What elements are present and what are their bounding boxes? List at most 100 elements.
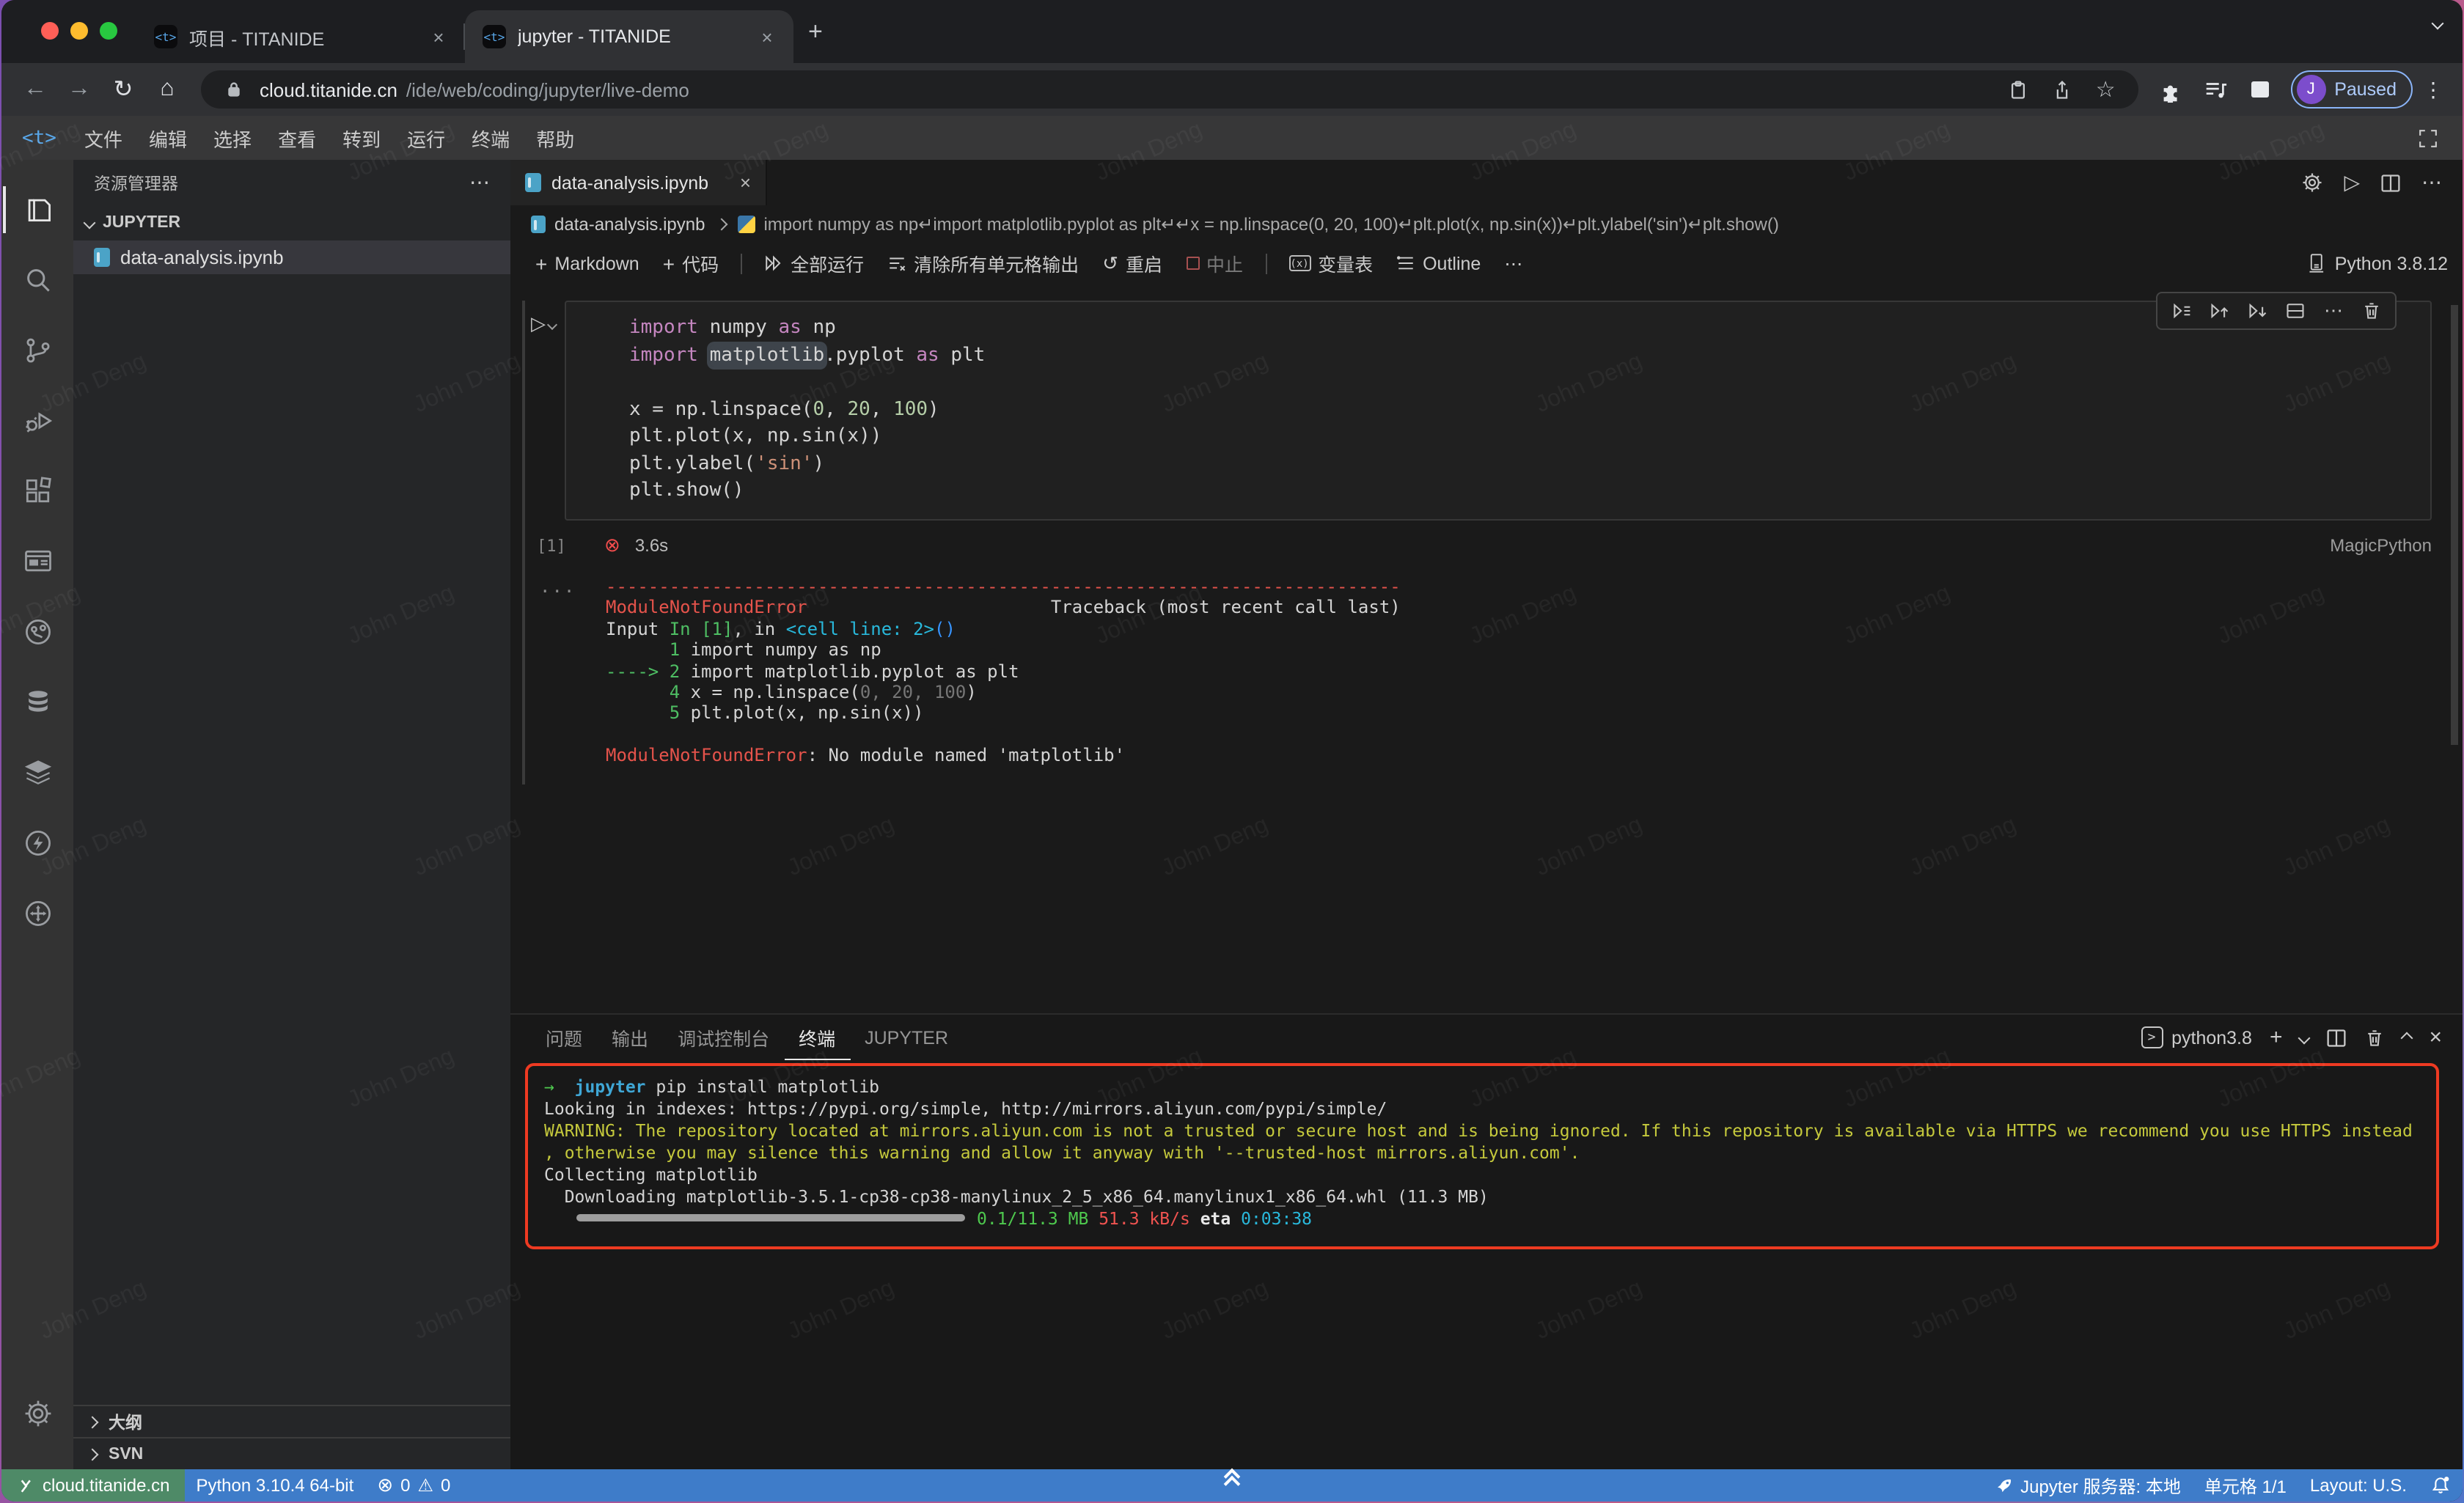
editor-tab-notebook[interactable]: data-analysis.ipynb × <box>510 160 767 205</box>
search-icon[interactable] <box>2 245 73 315</box>
side-panel-icon[interactable] <box>2240 78 2278 101</box>
menu-item-帮助[interactable]: 帮助 <box>523 124 587 152</box>
add-markdown-button[interactable]: +Markdown <box>525 247 650 279</box>
menu-item-终端[interactable]: 终端 <box>458 124 523 152</box>
run-all-icon[interactable]: ▷ <box>2344 170 2360 195</box>
language-mode[interactable]: MagicPython <box>2330 535 2432 556</box>
sidebar-section-大纲[interactable]: 大纲 <box>73 1405 510 1437</box>
tab-search-icon[interactable] <box>2432 18 2444 30</box>
output-collapse-indicator[interactable]: ... <box>540 576 576 597</box>
cell-more-icon[interactable]: ⋯ <box>2316 295 2351 327</box>
lightning-icon[interactable] <box>2 808 73 878</box>
back-icon[interactable]: ← <box>16 76 54 103</box>
close-panel-icon[interactable]: × <box>2429 1025 2442 1050</box>
browser-tab[interactable]: <t>jupyter - TITANIDE× <box>465 10 793 63</box>
editor-scrollbar[interactable] <box>2451 305 2458 745</box>
notebook-canvas[interactable]: ▷ import numpy as npimport matplotlib.py… <box>510 283 2463 1013</box>
explorer-icon[interactable] <box>2 174 73 245</box>
panel-tab-问题[interactable]: 问题 <box>531 1015 597 1060</box>
extensions-icon[interactable] <box>2 456 73 526</box>
home-icon[interactable]: ⌂ <box>148 76 186 103</box>
run-cell-icon[interactable]: ▷ <box>531 312 546 336</box>
zoom-window-button[interactable] <box>100 22 117 40</box>
layers-icon[interactable] <box>2 738 73 808</box>
panel-expand-handle[interactable] <box>1226 1471 1238 1490</box>
file-item-notebook[interactable]: data-analysis.ipynb <box>73 240 510 274</box>
python-interpreter[interactable]: Python 3.10.4 64-bit <box>184 1475 365 1496</box>
execute-below-icon[interactable] <box>2240 295 2275 327</box>
problems-indicator[interactable]: ⊗0 ⚠0 <box>365 1474 462 1497</box>
extensions-puzzle-icon[interactable] <box>2152 77 2190 102</box>
panel-tab-输出[interactable]: 输出 <box>597 1015 663 1060</box>
run-debug-icon[interactable] <box>2 386 73 456</box>
database-icon[interactable] <box>2 667 73 738</box>
panel-tab-终端[interactable]: 终端 <box>784 1015 850 1060</box>
panel-tab-调试控制台[interactable]: 调试控制台 <box>663 1015 784 1060</box>
sidebar-more-icon[interactable]: ⋯ <box>469 170 490 195</box>
reading-list-icon[interactable] <box>2196 77 2234 102</box>
reload-icon[interactable]: ↻ <box>104 75 142 104</box>
close-tab-icon[interactable]: × <box>755 26 779 48</box>
code-cell[interactable]: import numpy as npimport matplotlib.pypl… <box>565 301 2432 521</box>
restart-button[interactable]: ↺重启 <box>1092 247 1173 279</box>
terminal-dropdown-icon[interactable] <box>2298 1032 2311 1044</box>
split-terminal-icon[interactable] <box>2326 1027 2347 1048</box>
close-tab-icon[interactable]: × <box>740 172 751 194</box>
clipboard-icon[interactable] <box>2000 78 2035 100</box>
notebook-settings-gear-icon[interactable] <box>2301 172 2323 194</box>
delete-cell-icon[interactable] <box>2354 295 2389 327</box>
split-editor-icon[interactable] <box>2380 172 2401 193</box>
terminal-body[interactable]: → jupyter pip install matplotlibLooking … <box>510 1060 2463 1469</box>
execute-above-icon[interactable] <box>2201 295 2237 327</box>
menu-item-编辑[interactable]: 编辑 <box>136 124 200 152</box>
menu-item-查看[interactable]: 查看 <box>265 124 329 152</box>
remote-indicator[interactable]: cloud.titanide.cn <box>1 1469 184 1502</box>
run-all-button[interactable]: 全部运行 <box>754 247 874 279</box>
toolbar-more-button[interactable]: ⋯ <box>1494 247 1533 279</box>
panel-tab-JUPYTER[interactable]: JUPYTER <box>850 1015 963 1060</box>
source-control-icon[interactable] <box>2 315 73 386</box>
fullscreen-icon[interactable] <box>2417 127 2439 149</box>
terminal-session[interactable]: > python3.8 <box>2141 1026 2252 1048</box>
execute-and-below-icon[interactable] <box>2163 295 2199 327</box>
bookmark-star-icon[interactable]: ☆ <box>2088 76 2123 103</box>
preview-window-icon[interactable] <box>2 526 73 597</box>
browser-menu-icon[interactable]: ⋮ <box>2419 77 2448 102</box>
navigation-icon[interactable] <box>2 878 73 949</box>
share-icon[interactable] <box>2044 78 2079 100</box>
variables-button[interactable]: (x)变量表 <box>1278 247 1383 279</box>
run-options-chevron-icon[interactable] <box>547 320 557 330</box>
share-network-icon[interactable] <box>2 597 73 667</box>
notifications-bell-icon[interactable] <box>2419 1475 2463 1496</box>
breadcrumbs[interactable]: data-analysis.ipynb import numpy as np↵i… <box>510 205 2463 243</box>
jupyter-server-indicator[interactable]: Jupyter 服务器: 本地 <box>1982 1473 2193 1498</box>
forward-icon[interactable]: → <box>60 76 98 103</box>
sidebar-section-SVN[interactable]: SVN <box>73 1437 510 1469</box>
kill-terminal-icon[interactable] <box>2364 1027 2385 1048</box>
new-terminal-icon[interactable]: + <box>2270 1025 2283 1050</box>
keyboard-layout-indicator[interactable]: Layout: U.S. <box>2298 1475 2419 1496</box>
profile-button[interactable]: J Paused <box>2290 70 2413 109</box>
outline-button[interactable]: Outline <box>1386 247 1491 279</box>
split-cell-icon[interactable] <box>2278 295 2313 327</box>
kernel-picker[interactable]: Python 3.8.12 <box>2306 252 2448 274</box>
menu-item-选择[interactable]: 选择 <box>200 124 265 152</box>
address-bar[interactable]: cloud.titanide.cn/ide/web/coding/jupyter… <box>201 70 2138 109</box>
new-tab-button[interactable]: + <box>793 11 837 52</box>
settings-gear-icon[interactable] <box>2 1378 73 1449</box>
maximize-panel-icon[interactable] <box>2401 1032 2413 1044</box>
editor-more-icon[interactable]: ⋯ <box>2421 170 2442 195</box>
breadcrumb-code[interactable]: import numpy as np↵import matplotlib.pyp… <box>763 214 1778 235</box>
browser-tab[interactable]: <t>项目 - TITANIDE× <box>136 10 465 63</box>
add-code-button[interactable]: +代码 <box>653 247 729 279</box>
menu-item-运行[interactable]: 运行 <box>394 124 458 152</box>
menu-item-转到[interactable]: 转到 <box>329 124 394 152</box>
breadcrumb-file[interactable]: data-analysis.ipynb <box>554 214 705 235</box>
close-tab-icon[interactable]: × <box>427 26 450 48</box>
sidebar-section-jupyter[interactable]: JUPYTER <box>73 205 510 240</box>
minimize-window-button[interactable] <box>70 22 88 40</box>
cell-position-indicator[interactable]: 单元格 1/1 <box>2193 1473 2298 1498</box>
close-window-button[interactable] <box>41 22 59 40</box>
menu-item-文件[interactable]: 文件 <box>71 124 136 152</box>
clear-outputs-button[interactable]: 清除所有单元格输出 <box>877 247 1089 279</box>
